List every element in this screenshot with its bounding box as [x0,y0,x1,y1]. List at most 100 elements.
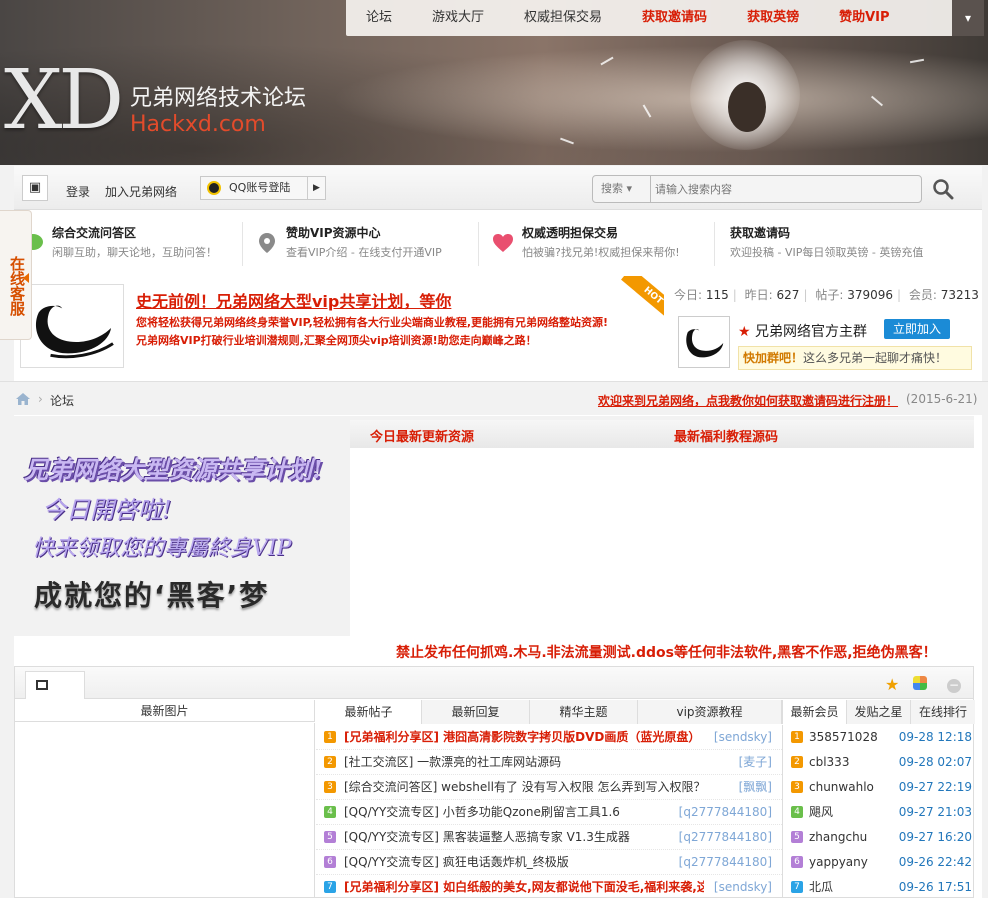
breadcrumb-forum[interactable]: 论坛 [50,392,74,409]
member-name-link[interactable]: chunwahlo [809,775,874,800]
post-title-link[interactable]: [QQ/YY交流专区] 小哲多功能Qzone刷留言工具1.6 [344,800,704,825]
site-title: 兄弟网络技术论坛 [130,86,307,111]
member-row[interactable]: 4 飓风 09-27 21:03 [783,800,974,825]
post-author-link[interactable]: [sendsky] [714,875,772,898]
post-author-link[interactable]: [q2777844180] [679,850,772,875]
post-row[interactable]: 4 [QQ/YY交流专区] 小哲多功能Qzone刷留言工具1.6 [q2777844… [316,800,782,825]
divider [478,222,479,266]
heart-icon [493,234,513,252]
nav-get-pounds[interactable]: 获取英镑 [727,0,819,36]
tab-latest-tutorials[interactable]: 最新福利教程源码 [674,426,778,445]
promo-qa-zone[interactable]: 综合交流问答区 闲聊互助，聊天论地，互助问答！ [22,224,250,270]
member-row[interactable]: 1 358571028 09-28 12:18 [783,725,974,750]
promo-invite-code[interactable]: 获取邀请码 欢迎投稿 - VIP每日领取英镑 - 英镑充值 [700,224,970,270]
nav-guarantee-trade[interactable]: 权威担保交易 [504,0,622,36]
rank-number: 6 [791,856,803,868]
seed-decoration [560,137,574,145]
swan-logo-icon[interactable] [20,284,124,368]
join-group-button[interactable]: 立即加入 [884,319,950,339]
latest-list-panel: ★ − 最新图片 最新帖子 最新回复 精华主题 vip资源教程 1 [兄弟福利分享… [14,666,975,898]
ad-line: 快来领取您的專屬終身VIP [32,536,292,561]
post-title-link[interactable]: [兄弟福利分享区] 如白纸般的美女,网友都说他下面没毛,福利来袭,这 [344,875,704,898]
online-service-tab[interactable]: 在线客服 [0,210,32,340]
promo-desc: 闲聊互助，聊天论地，互助问答！ [52,246,217,259]
user-avatar-icon[interactable]: ▣ [22,175,48,201]
ad-line: 今日開啓啦! [42,496,172,524]
vip-ad-banner[interactable]: 兄弟网络大型资源共享计划! 今日開啓啦! 快来领取您的專屬終身VIP 成就您的‘… [14,446,344,636]
home-icon[interactable] [16,393,30,405]
group-name: ★ 兄弟网络官方主群 [738,324,868,340]
member-row[interactable]: 6 yappyany 09-26 22:42 [783,850,974,875]
arrow-left-icon [23,273,29,283]
post-title-link[interactable]: [综合交流问答区] webshell有了 没有写入权限 怎么弄到写入权限？大牛 [344,775,704,800]
list-view-tab[interactable] [25,671,85,699]
rank-number: 2 [791,756,803,768]
tab-online-rank[interactable]: 在线排行 [911,700,975,724]
member-name-link[interactable]: 飓风 [809,800,833,825]
post-list: 1 [兄弟福利分享区] 港囧高清影院数字拷贝版DVD画质（蓝光原盘） [sendsk… [316,725,782,898]
post-title-link[interactable]: [QQ/YY交流专区] 黑客装逼整人恶搞专家 V1.3生成器 [344,825,704,850]
nav-forum[interactable]: 论坛 [346,0,412,36]
member-row[interactable]: 5 zhangchu 09-27 16:20 [783,825,974,850]
nav-get-invite-code[interactable]: 获取邀请码 [622,0,727,36]
register-link[interactable]: 加入兄弟网络 [105,183,177,200]
breadcrumb: › 论坛 欢迎来到兄弟网络，点我教你如何获取邀请码进行注册！ (2015-6-2… [0,381,988,415]
post-author-link[interactable]: [麦子] [739,750,772,775]
tab-vip-tutorials[interactable]: vip资源教程 [638,700,782,724]
invite-notice-link[interactable]: 欢迎来到兄弟网络，点我教你如何获取邀请码进行注册！ [598,392,898,409]
seed-decoration [909,58,925,64]
promo-guarantee[interactable]: 权威透明担保交易 怕被骗?找兄弟!权威担保来帮你! [492,224,712,270]
group-swan-icon [678,316,730,368]
chevron-down-icon[interactable]: ▾ [952,0,984,36]
post-author-link[interactable]: [q2777844180] [679,800,772,825]
search-icon[interactable] [932,178,954,200]
headline-line: 您将轻松获得兄弟网络终身荣誉VIP,轻松拥有各大行业尖端商业教程,更能拥有兄弟网… [136,316,609,329]
member-row[interactable]: 3 chunwahlo 09-27 22:19 [783,775,974,800]
tab-featured[interactable]: 精华主题 [530,700,638,724]
tab-latest-posts[interactable]: 最新帖子 [316,700,422,724]
search-type-select[interactable]: 搜索 ▾ [593,176,651,202]
nav-sponsor-vip[interactable]: 赞助VIP [819,0,909,36]
resource-tabs: 今日最新更新资源 最新福利教程源码 [350,420,974,448]
post-author-link[interactable]: [飘飘] [739,775,772,800]
stat-members: 73213 [940,288,979,302]
post-row[interactable]: 7 [兄弟福利分享区] 如白纸般的美女,网友都说他下面没毛,福利来袭,这 [send… [316,875,782,898]
post-row[interactable]: 3 [综合交流问答区] webshell有了 没有写入权限 怎么弄到写入权限？大牛… [316,775,782,800]
post-title-link[interactable]: [QQ/YY交流专区] 疯狂电话轰炸机_终极版 [344,850,704,875]
post-row[interactable]: 6 [QQ/YY交流专区] 疯狂电话轰炸机_终极版 [q2777844180] [316,850,782,875]
member-name-link[interactable]: 358571028 [809,725,878,750]
headline-section: 史无前例！兄弟网络大型vip共享计划，等你 您将轻松获得兄弟网络终身荣誉VIP,… [14,276,982,378]
tab-latest-replies[interactable]: 最新回复 [422,700,530,724]
qq-penguin-icon [207,181,221,195]
post-author-link[interactable]: [q2777844180] [679,825,772,850]
tab-post-stars[interactable]: 发贴之星 [847,700,911,724]
post-row[interactable]: 5 [QQ/YY交流专区] 黑客装逼整人恶搞专家 V1.3生成器 [q2777844… [316,825,782,850]
member-name-link[interactable]: yappyany [809,850,868,875]
post-author-link[interactable]: [sendsky] [714,725,772,750]
tab-latest-resources[interactable]: 今日最新更新资源 [370,426,474,445]
star-icon[interactable]: ★ [885,675,899,694]
tab-new-members[interactable]: 最新会员 [783,700,847,724]
color-palette-icon[interactable] [913,676,927,690]
post-row[interactable]: 1 [兄弟福利分享区] 港囧高清影院数字拷贝版DVD画质（蓝光原盘） [sendsk… [316,725,782,750]
qq-login-button[interactable]: QQ账号登陆 ▶ [200,176,326,200]
search-input[interactable] [655,179,915,199]
member-row[interactable]: 7 北瓜 09-26 17:51 [783,875,974,898]
seed-decoration [600,56,614,66]
stat-yesterday: 627 [776,288,800,302]
rank-number: 5 [791,831,803,843]
post-title-link[interactable]: [兄弟福利分享区] 港囧高清影院数字拷贝版DVD画质（蓝光原盘） [344,725,704,750]
login-link[interactable]: 登录 [66,183,90,200]
member-name-link[interactable]: 北瓜 [809,875,833,898]
post-row[interactable]: 2 [社工交流区] 一款漂亮的社工库网站源码 [麦子] [316,750,782,775]
member-join-time: 09-26 22:42 [898,855,972,869]
site-logo[interactable]: XD [4,60,124,142]
post-title-link[interactable]: [社工交流区] 一款漂亮的社工库网站源码 [344,750,704,775]
headline-title[interactable]: 史无前例！兄弟网络大型vip共享计划，等你 [136,288,451,312]
nav-game-hall[interactable]: 游戏大厅 [412,0,504,36]
promo-vip-center[interactable]: 赞助VIP资源中心 查看VIP介绍 - 在线支付开通VIP [256,224,476,270]
member-name-link[interactable]: zhangchu [809,825,867,850]
member-row[interactable]: 2 cbl333 09-28 02:07 [783,750,974,775]
collapse-icon[interactable]: − [947,679,961,693]
member-name-link[interactable]: cbl333 [809,750,849,775]
